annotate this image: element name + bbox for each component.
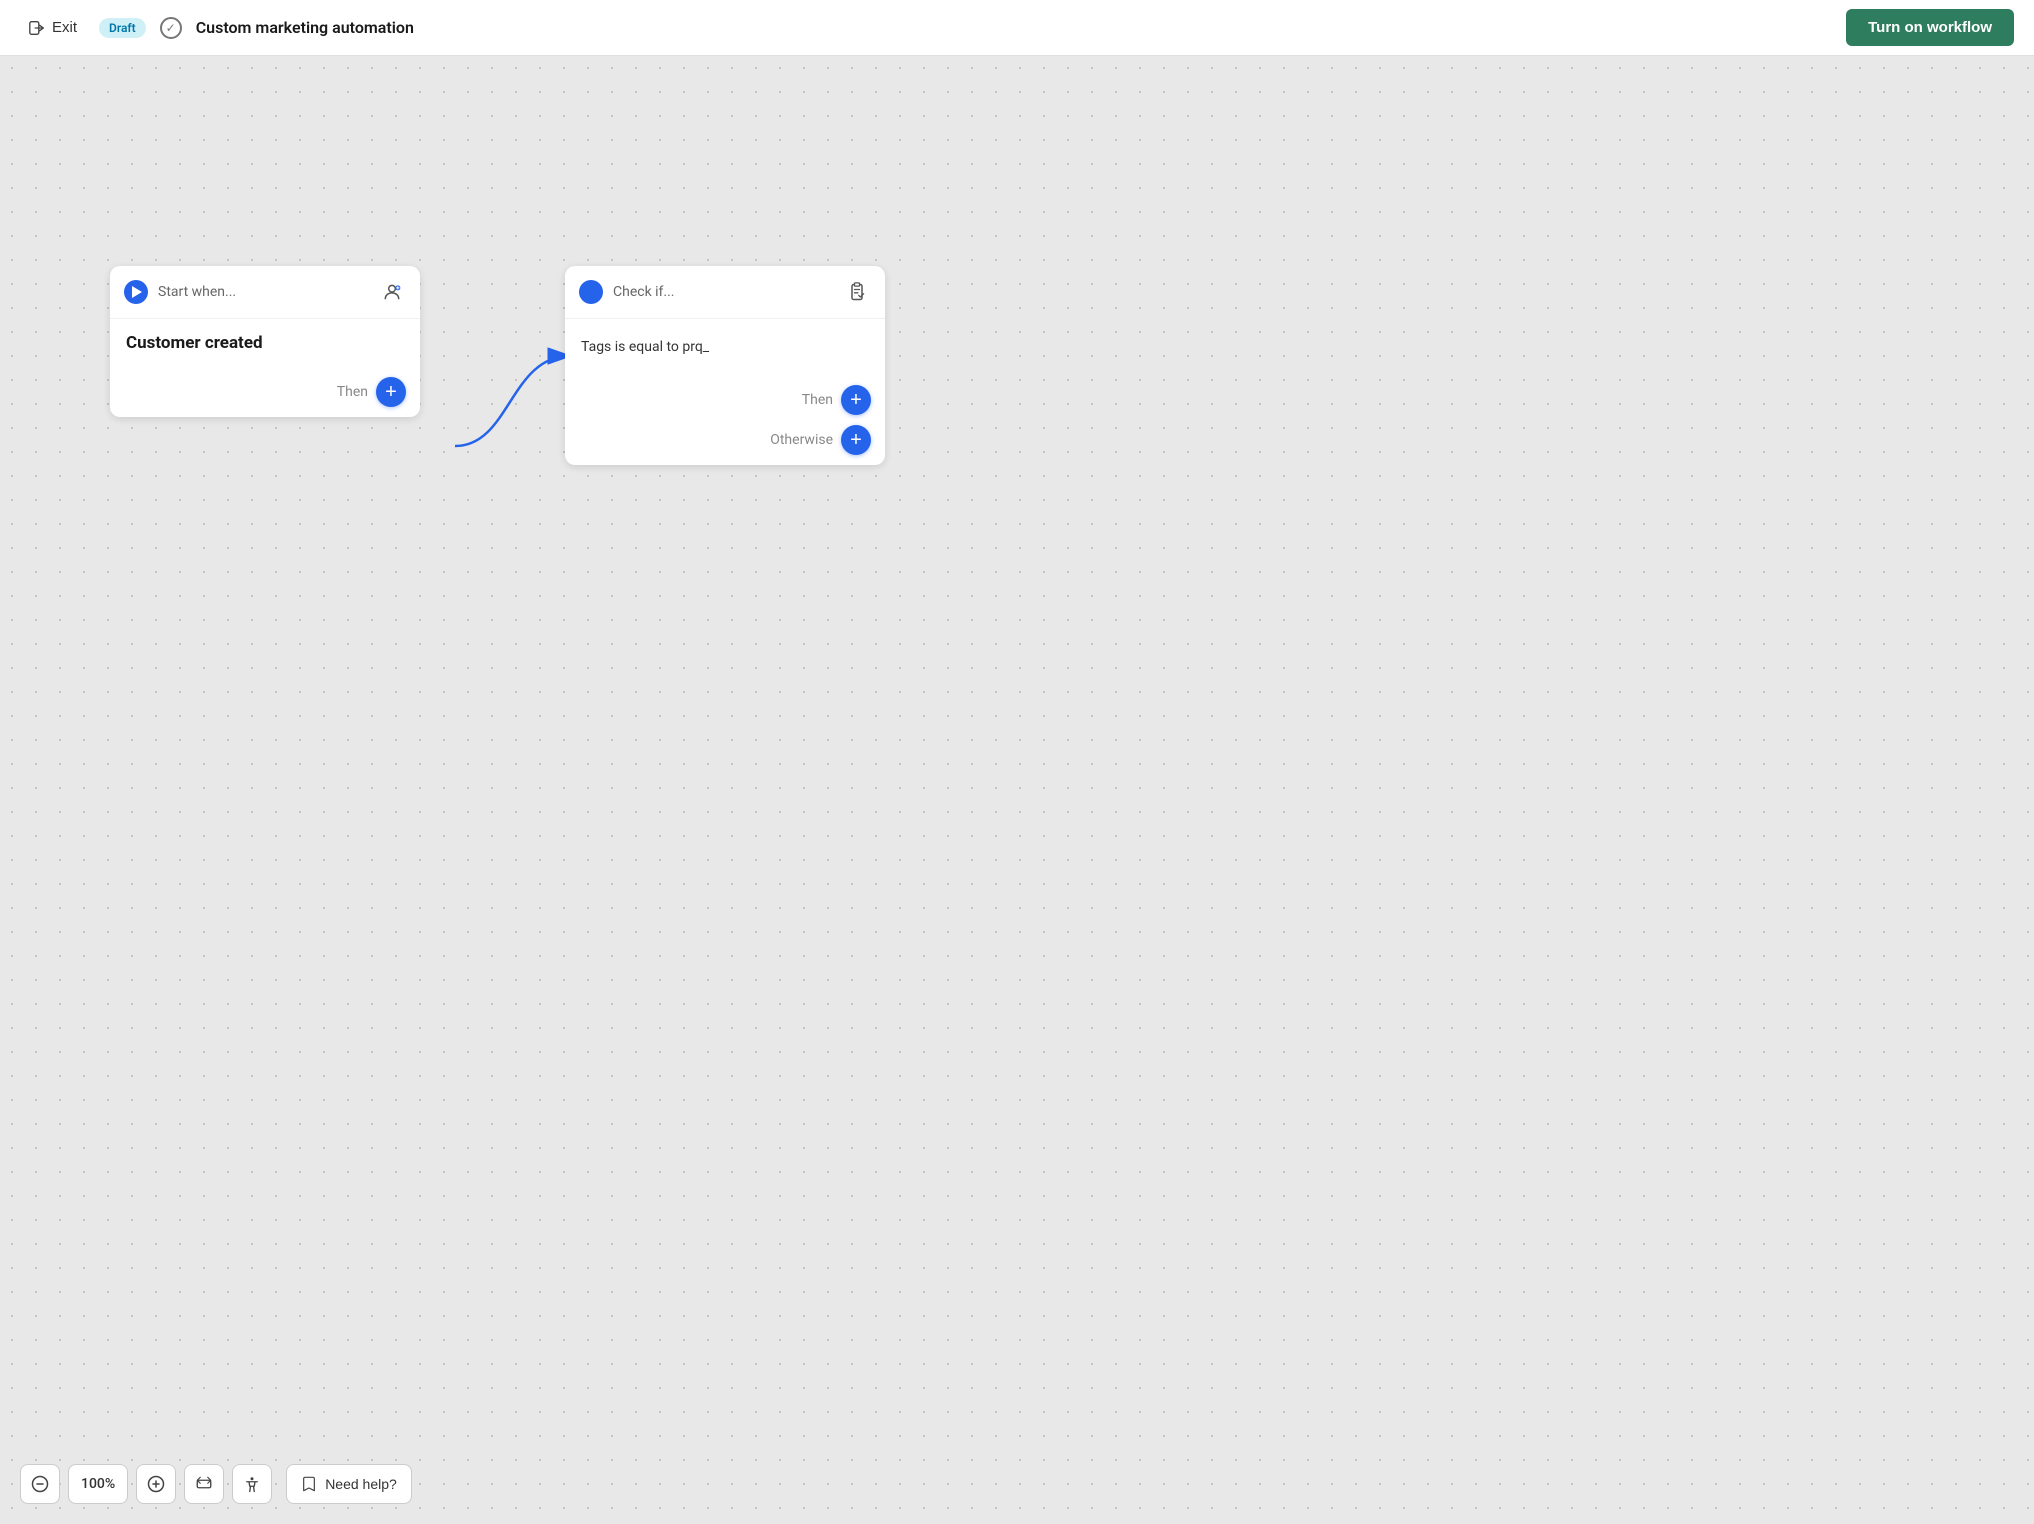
plus-icon (147, 1475, 165, 1493)
need-help-button[interactable]: Need help? (286, 1464, 412, 1504)
minus-icon (31, 1475, 49, 1493)
trigger-node-footer: Then + (110, 367, 420, 417)
turn-on-workflow-button[interactable]: Turn on workflow (1846, 9, 2014, 46)
clipboard-icon (847, 282, 867, 302)
zoom-out-button[interactable] (20, 1464, 60, 1504)
check-node-container: Check if... Tags is equal to prq_ (565, 266, 885, 465)
zoom-level-display: 100% (68, 1464, 128, 1504)
trigger-node-container: Start when... Customer created Then + (110, 266, 420, 417)
zoom-in-button[interactable] (136, 1464, 176, 1504)
check-then-label: Then (802, 392, 833, 408)
trigger-then-label: Then (337, 384, 368, 400)
fit-view-button[interactable] (184, 1464, 224, 1504)
status-icon: ✓ (160, 17, 182, 39)
trigger-node: Start when... Customer created Then + (110, 266, 420, 417)
exit-label: Exit (52, 19, 77, 36)
trigger-node-title: Customer created (126, 333, 404, 353)
check-clipboard-icon[interactable] (843, 278, 871, 306)
trigger-node-header: Start when... (110, 266, 420, 319)
check-circle-icon (579, 280, 603, 304)
header-left: Exit Draft ✓ Custom marketing automation (20, 15, 414, 41)
check-then-row: Then + (802, 385, 871, 415)
app-header: Exit Draft ✓ Custom marketing automation… (0, 0, 2034, 56)
zoom-value: 100% (81, 1476, 115, 1492)
trigger-header-label: Start when... (158, 284, 368, 300)
exit-icon (28, 19, 46, 37)
person-icon (382, 282, 402, 302)
exit-button[interactable]: Exit (20, 15, 85, 41)
check-node-body: Tags is equal to prq_ (565, 319, 885, 375)
check-otherwise-row: Otherwise + (770, 425, 871, 455)
trigger-node-body: Customer created (110, 319, 420, 367)
check-otherwise-add-button[interactable]: + (841, 425, 871, 455)
help-bookmark-icon (301, 1476, 317, 1492)
trigger-play-icon (124, 280, 148, 304)
header-right: Turn on workflow (1846, 9, 2014, 46)
check-node-condition: Tags is equal to prq_ (581, 333, 869, 361)
page-title: Custom marketing automation (196, 18, 414, 37)
accessibility-icon (243, 1475, 261, 1493)
check-otherwise-label: Otherwise (770, 432, 833, 448)
trigger-add-button[interactable]: + (376, 377, 406, 407)
check-then-add-button[interactable]: + (841, 385, 871, 415)
connector-path (455, 356, 570, 446)
fit-icon (195, 1475, 213, 1493)
accessibility-button[interactable] (232, 1464, 272, 1504)
check-node-header: Check if... (565, 266, 885, 319)
workflow-canvas: Start when... Customer created Then + (0, 56, 2034, 1524)
draft-badge: Draft (99, 18, 146, 38)
bottom-toolbar: 100% Need help? (20, 1464, 412, 1504)
check-node: Check if... Tags is equal to prq_ (565, 266, 885, 465)
check-header-label: Check if... (613, 284, 833, 300)
trigger-person-icon[interactable] (378, 278, 406, 306)
help-label: Need help? (325, 1476, 397, 1492)
check-node-footer: Then + Otherwise + (565, 375, 885, 465)
